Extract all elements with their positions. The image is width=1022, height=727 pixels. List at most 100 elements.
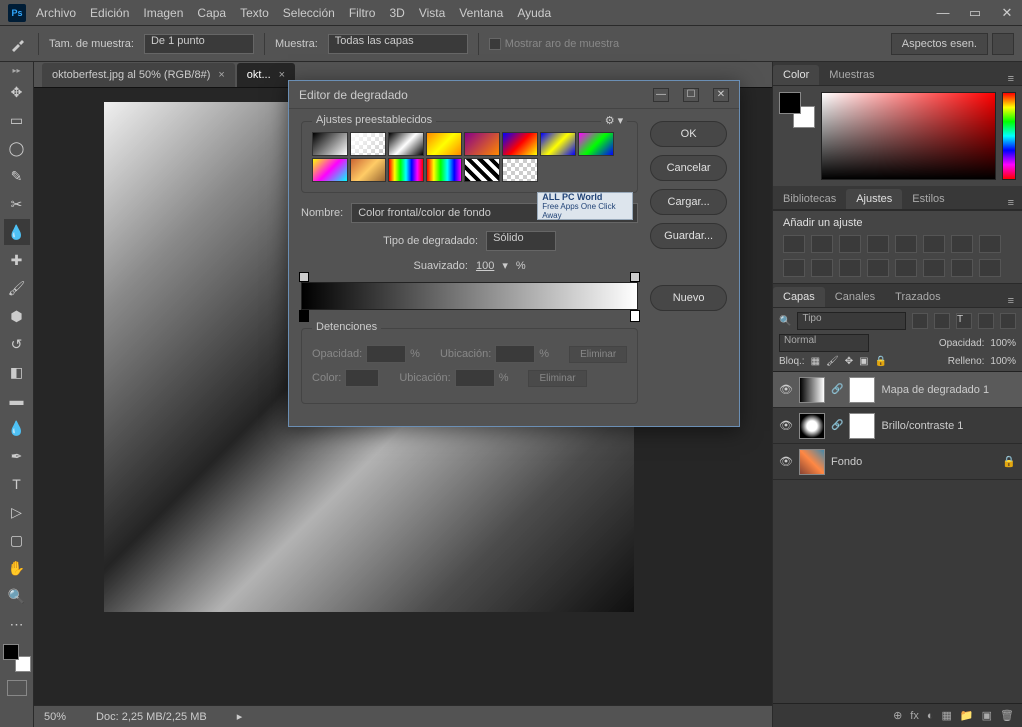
adjust-selective-color-icon[interactable] (951, 259, 973, 277)
workspace-button[interactable]: Aspectos esen. (891, 33, 988, 55)
adjust-more-icon[interactable] (979, 259, 1001, 277)
delete-color-stop-button[interactable]: Eliminar (528, 370, 586, 387)
menu-edicion[interactable]: Edición (90, 6, 129, 20)
menu-seleccion[interactable]: Selección (283, 6, 335, 20)
dialog-minimize-button[interactable]: — (653, 88, 669, 102)
panel-menu-icon[interactable]: ≡ (1000, 295, 1022, 307)
menu-3d[interactable]: 3D (389, 6, 404, 20)
adjust-invert-icon[interactable] (839, 259, 861, 277)
adjust-threshold-icon[interactable] (895, 259, 917, 277)
dialog-maximize-button[interactable]: ☐ (683, 88, 699, 102)
gradient-tool[interactable]: ▬ (4, 387, 30, 413)
new-layer-icon[interactable]: ▣ (982, 709, 992, 722)
filter-smart-icon[interactable] (1000, 313, 1016, 329)
adjust-hue-icon[interactable] (923, 235, 945, 253)
link-layers-icon[interactable]: ⊕ (893, 709, 902, 722)
cancel-button[interactable]: Cancelar (650, 155, 727, 181)
visibility-icon[interactable]: 👁 (779, 455, 793, 468)
history-brush-tool[interactable]: ↺ (4, 331, 30, 357)
menu-imagen[interactable]: Imagen (143, 6, 183, 20)
lasso-tool[interactable]: ◯ (4, 135, 30, 161)
document-tab-2[interactable]: okt... × (237, 63, 295, 87)
smooth-value[interactable]: 100 (476, 260, 494, 272)
tab-bibliotecas[interactable]: Bibliotecas (773, 189, 846, 209)
lock-pixels-icon[interactable]: ▦ (811, 356, 820, 367)
hue-slider[interactable] (1002, 92, 1016, 180)
edit-toolbar[interactable]: ⋯ (4, 611, 30, 637)
save-button[interactable]: Guardar... (650, 223, 727, 249)
adjust-bw-icon[interactable] (951, 235, 973, 253)
color-field[interactable] (821, 92, 996, 180)
menu-ayuda[interactable]: Ayuda (517, 6, 551, 20)
adjust-gradient-map-icon[interactable] (923, 259, 945, 277)
minimize-button[interactable]: — (936, 5, 950, 21)
preset-swatch[interactable] (350, 158, 386, 182)
blend-mode-select[interactable]: Normal (779, 334, 869, 352)
preset-swatch[interactable] (312, 158, 348, 182)
dialog-titlebar[interactable]: Editor de degradado — ☐ ✕ (289, 81, 739, 109)
preset-swatch[interactable] (502, 158, 538, 182)
tab-canales[interactable]: Canales (825, 287, 885, 307)
opacity-stop-left[interactable] (299, 272, 309, 282)
preset-swatch[interactable] (312, 132, 348, 156)
tab-color[interactable]: Color (773, 65, 819, 85)
show-ring-checkbox[interactable]: Mostrar aro de muestra (489, 38, 619, 50)
zoom-tool[interactable]: 🔍 (4, 583, 30, 609)
layer-row[interactable]: 👁 🔗 Brillo/contraste 1 (773, 408, 1022, 444)
type-tool[interactable]: T (4, 471, 30, 497)
gradient-bar[interactable] (301, 282, 638, 310)
opacity-stop-right[interactable] (630, 272, 640, 282)
trash-icon[interactable]: 🗑 (1000, 709, 1014, 722)
layer-filter-select[interactable]: Tipo (797, 312, 906, 330)
path-select-tool[interactable]: ▷ (4, 499, 30, 525)
preset-swatch[interactable] (426, 158, 462, 182)
lock-position-icon[interactable]: ✥ (845, 356, 853, 367)
zoom-value[interactable]: 50% (44, 711, 66, 723)
filter-adjust-icon[interactable] (934, 313, 950, 329)
preset-swatch[interactable] (388, 158, 424, 182)
color-stop-right[interactable] (630, 310, 640, 322)
collapse-icon[interactable]: ▸▸ (12, 66, 20, 78)
quick-select-tool[interactable]: ✎ (4, 163, 30, 189)
panel-menu-icon[interactable]: ≡ (1000, 197, 1022, 209)
filter-shape-icon[interactable] (978, 313, 994, 329)
stop-location-input[interactable] (495, 345, 535, 363)
lock-all-icon[interactable]: 🔒 (875, 356, 887, 367)
stamp-tool[interactable]: ⬢ (4, 303, 30, 329)
opacity-value[interactable]: 100% (990, 338, 1016, 349)
filter-type-icon[interactable]: T (956, 313, 972, 329)
new-button[interactable]: Nuevo (650, 285, 727, 311)
lock-artboard-icon[interactable]: ▣ (859, 356, 868, 367)
preset-swatch[interactable] (464, 158, 500, 182)
menu-ventana[interactable]: Ventana (459, 6, 503, 20)
filter-pixel-icon[interactable] (912, 313, 928, 329)
menu-archivo[interactable]: Archivo (36, 6, 76, 20)
fill-value[interactable]: 100% (990, 356, 1016, 367)
color-stop-left[interactable] (299, 310, 309, 322)
eyedropper-tool[interactable]: 💧 (4, 219, 30, 245)
ok-button[interactable]: OK (650, 121, 727, 147)
stop-color-swatch[interactable] (345, 369, 379, 387)
pen-tool[interactable]: ✒ (4, 443, 30, 469)
document-tab-1[interactable]: oktoberfest.jpg al 50% (RGB/8#) × (42, 63, 235, 87)
mask-icon[interactable]: ◐ (927, 710, 934, 722)
adjust-brightness-icon[interactable] (783, 235, 805, 253)
tab-capas[interactable]: Capas (773, 287, 825, 307)
tab-muestras[interactable]: Muestras (819, 65, 884, 85)
tab-estilos[interactable]: Estilos (902, 189, 954, 209)
maximize-button[interactable]: ▭ (968, 5, 982, 21)
healing-tool[interactable]: ✚ (4, 247, 30, 273)
adjust-posterize-icon[interactable] (867, 259, 889, 277)
load-button[interactable]: Cargar... (650, 189, 727, 215)
marquee-tool[interactable]: ▭ (4, 107, 30, 133)
blur-tool[interactable]: 💧 (4, 415, 30, 441)
adjust-lookup-icon[interactable] (811, 259, 833, 277)
preset-swatch[interactable] (464, 132, 500, 156)
fgbg-swatch-panel[interactable] (779, 92, 815, 128)
quickmask-toggle[interactable] (7, 680, 27, 696)
panel-menu-icon[interactable]: ≡ (1000, 73, 1022, 85)
adjust-photo-filter-icon[interactable] (979, 235, 1001, 253)
tab-trazados[interactable]: Trazados (885, 287, 950, 307)
fx-icon[interactable]: fx (910, 710, 919, 722)
tab-close-icon[interactable]: × (218, 69, 224, 81)
